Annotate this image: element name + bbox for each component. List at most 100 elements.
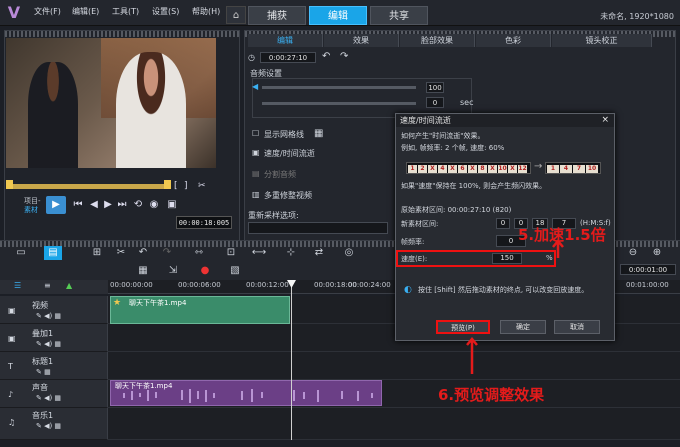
frame-cell: X xyxy=(448,165,457,173)
split-audio-icon[interactable]: ▤ xyxy=(252,169,260,178)
volume-field[interactable]: 100 xyxy=(426,82,444,93)
ruler-tick: 00:00:00:00 xyxy=(110,281,153,289)
volume-icon[interactable]: ◉ xyxy=(146,196,162,214)
rotate-right-icon[interactable]: ↷ xyxy=(340,51,348,62)
multi-trim-button[interactable]: 多重修整视频 xyxy=(264,190,312,201)
project-info: 未命名, 1920*1080 xyxy=(600,12,674,21)
new-duration-hours[interactable]: 0 xyxy=(496,218,510,229)
snapshot-icon[interactable]: ⊡ xyxy=(222,246,240,260)
track-name-title: 标题1 xyxy=(32,357,54,366)
preview-timecode[interactable]: 00:00:18:005 xyxy=(176,216,232,229)
ok-button[interactable]: 确定 xyxy=(500,320,546,334)
redo-icon[interactable]: ↷ xyxy=(158,246,176,260)
mark-in-button[interactable]: [ xyxy=(174,177,178,195)
audio-clip[interactable]: 聊天下午茶1.mp4 xyxy=(110,380,382,406)
zoom-in-icon[interactable]: ⊕ xyxy=(648,246,666,260)
add-track-icon[interactable]: ⊞ xyxy=(88,246,106,260)
mark-out-button[interactable]: ] xyxy=(184,177,188,195)
fade-field[interactable]: 0 xyxy=(426,97,444,108)
frame-cell: 10 xyxy=(498,165,507,173)
motion-icon[interactable]: ⇄ xyxy=(310,246,328,260)
fade-slider[interactable] xyxy=(262,102,416,105)
grid-checkbox[interactable]: ☐ xyxy=(252,129,259,138)
fit-icon[interactable]: ⇿ xyxy=(190,246,208,260)
show-grid-label[interactable]: 显示网格线 xyxy=(264,129,304,140)
frame-cell: 10 xyxy=(586,165,598,173)
menu-edit[interactable]: 编辑(E) xyxy=(72,6,99,17)
tab-effects[interactable]: 效果 xyxy=(324,34,399,47)
volume-slider[interactable] xyxy=(262,86,416,89)
undo-icon[interactable]: ↶ xyxy=(134,246,152,260)
waveform-bar xyxy=(189,389,191,403)
resample-select[interactable] xyxy=(248,222,388,234)
go-start-icon[interactable]: ⏮ xyxy=(70,196,86,214)
frame-cell: X xyxy=(428,165,437,173)
info-icon: ◐ xyxy=(404,285,412,295)
waveform-bar xyxy=(197,391,199,399)
split-audio-button[interactable]: 分割音频 xyxy=(264,169,296,180)
close-icon[interactable]: × xyxy=(601,115,609,125)
app-logo: V xyxy=(7,3,21,22)
trim-end-handle[interactable] xyxy=(164,180,171,189)
timeline-view-icon[interactable]: ▤ xyxy=(44,246,62,260)
cancel-button[interactable]: 取消 xyxy=(554,320,600,334)
go-end-icon[interactable]: ⏭ xyxy=(114,196,130,214)
waveform-bar xyxy=(205,390,207,402)
track-controls[interactable]: ✎ ◀) ▦ xyxy=(36,394,61,402)
track-controls[interactable]: ✎ ▦ xyxy=(36,368,51,376)
tab-share[interactable]: 共享 xyxy=(370,6,428,25)
speed-field[interactable]: 150 xyxy=(492,253,522,264)
mask-icon[interactable]: ◎ xyxy=(340,246,358,260)
import-icon[interactable]: ⇲ xyxy=(164,264,182,278)
ruler-tick: 00:00:06:00 xyxy=(178,281,221,289)
playhead-line[interactable] xyxy=(291,280,292,440)
menu-file[interactable]: 文件(F) xyxy=(34,6,61,17)
waveform-bar xyxy=(155,392,157,398)
tab-edit[interactable]: 编辑 xyxy=(309,6,367,25)
speed-icon[interactable]: ▣ xyxy=(252,148,260,157)
menu-help[interactable]: 帮助(H) xyxy=(192,6,220,17)
track-controls[interactable]: ✎ ◀) ▦ xyxy=(36,340,61,348)
duration-field[interactable]: 0:00:27:10 xyxy=(260,52,316,63)
tab-lens-correction[interactable]: 镜头校正 xyxy=(552,34,652,47)
clip-mode-label[interactable]: 素材 xyxy=(24,205,38,215)
preview-button[interactable]: 预览(P) xyxy=(436,320,490,334)
waveform-bar xyxy=(213,393,215,398)
split-icon[interactable]: ⊹ xyxy=(282,246,300,260)
play-icon[interactable]: ▶ xyxy=(46,196,66,214)
track-manager-icon[interactable]: ☰ xyxy=(14,281,21,290)
tab-capture[interactable]: 捕获 xyxy=(248,6,306,25)
rotate-left-icon[interactable]: ↶ xyxy=(322,51,330,62)
tab-color[interactable]: 色彩 xyxy=(476,34,551,47)
menu-settings[interactable]: 设置(S) xyxy=(152,6,179,17)
home-tab-icon[interactable]: ⌂ xyxy=(226,6,246,24)
track-controls[interactable]: ✎ ◀) ▦ xyxy=(36,422,61,430)
tab-edit-options[interactable]: 编辑 xyxy=(248,34,323,47)
multi-trim-icon[interactable]: ▥ xyxy=(252,190,260,199)
split-clip-icon[interactable]: ✂ xyxy=(198,177,206,195)
arrow-right-icon: → xyxy=(534,161,543,172)
grid-settings-icon[interactable]: ▦ xyxy=(314,128,323,139)
trim-icon[interactable]: ⟷ xyxy=(250,246,268,260)
frame-cell: X xyxy=(508,165,517,173)
repeat-icon[interactable]: ⟲ xyxy=(130,196,146,214)
frame-cell: 4 xyxy=(560,165,572,173)
waveform-bar xyxy=(303,392,305,399)
trim-bar[interactable] xyxy=(8,184,168,189)
trim-start-handle[interactable] xyxy=(6,180,13,189)
tab-face-effects[interactable]: 脸部效果 xyxy=(400,34,475,47)
zoom-time-field[interactable]: 0:00:01:00 xyxy=(620,264,676,275)
sound-mixer-icon[interactable]: ▧ xyxy=(226,264,244,278)
track-controls[interactable]: ✎ ◀) ▦ xyxy=(36,312,61,320)
menu-tools[interactable]: 工具(T) xyxy=(112,6,139,17)
storyboard-view-icon[interactable]: ▭ xyxy=(12,246,30,260)
add-marker-icon[interactable]: ▲ xyxy=(66,281,72,290)
speed-timelapse-button[interactable]: 速度/时间流逝 xyxy=(264,148,315,159)
chapter-icon[interactable]: ≡ xyxy=(44,281,51,290)
scissors-icon[interactable]: ✂ xyxy=(112,246,130,260)
record-icon[interactable]: ● xyxy=(196,264,214,278)
hd-icon[interactable]: ▣ xyxy=(164,196,180,214)
video-clip[interactable]: ★ 聊天下午茶1.mp4 xyxy=(110,296,290,324)
zoom-out-icon[interactable]: ⊖ xyxy=(624,246,642,260)
replace-icon[interactable]: ▦ xyxy=(134,264,152,278)
